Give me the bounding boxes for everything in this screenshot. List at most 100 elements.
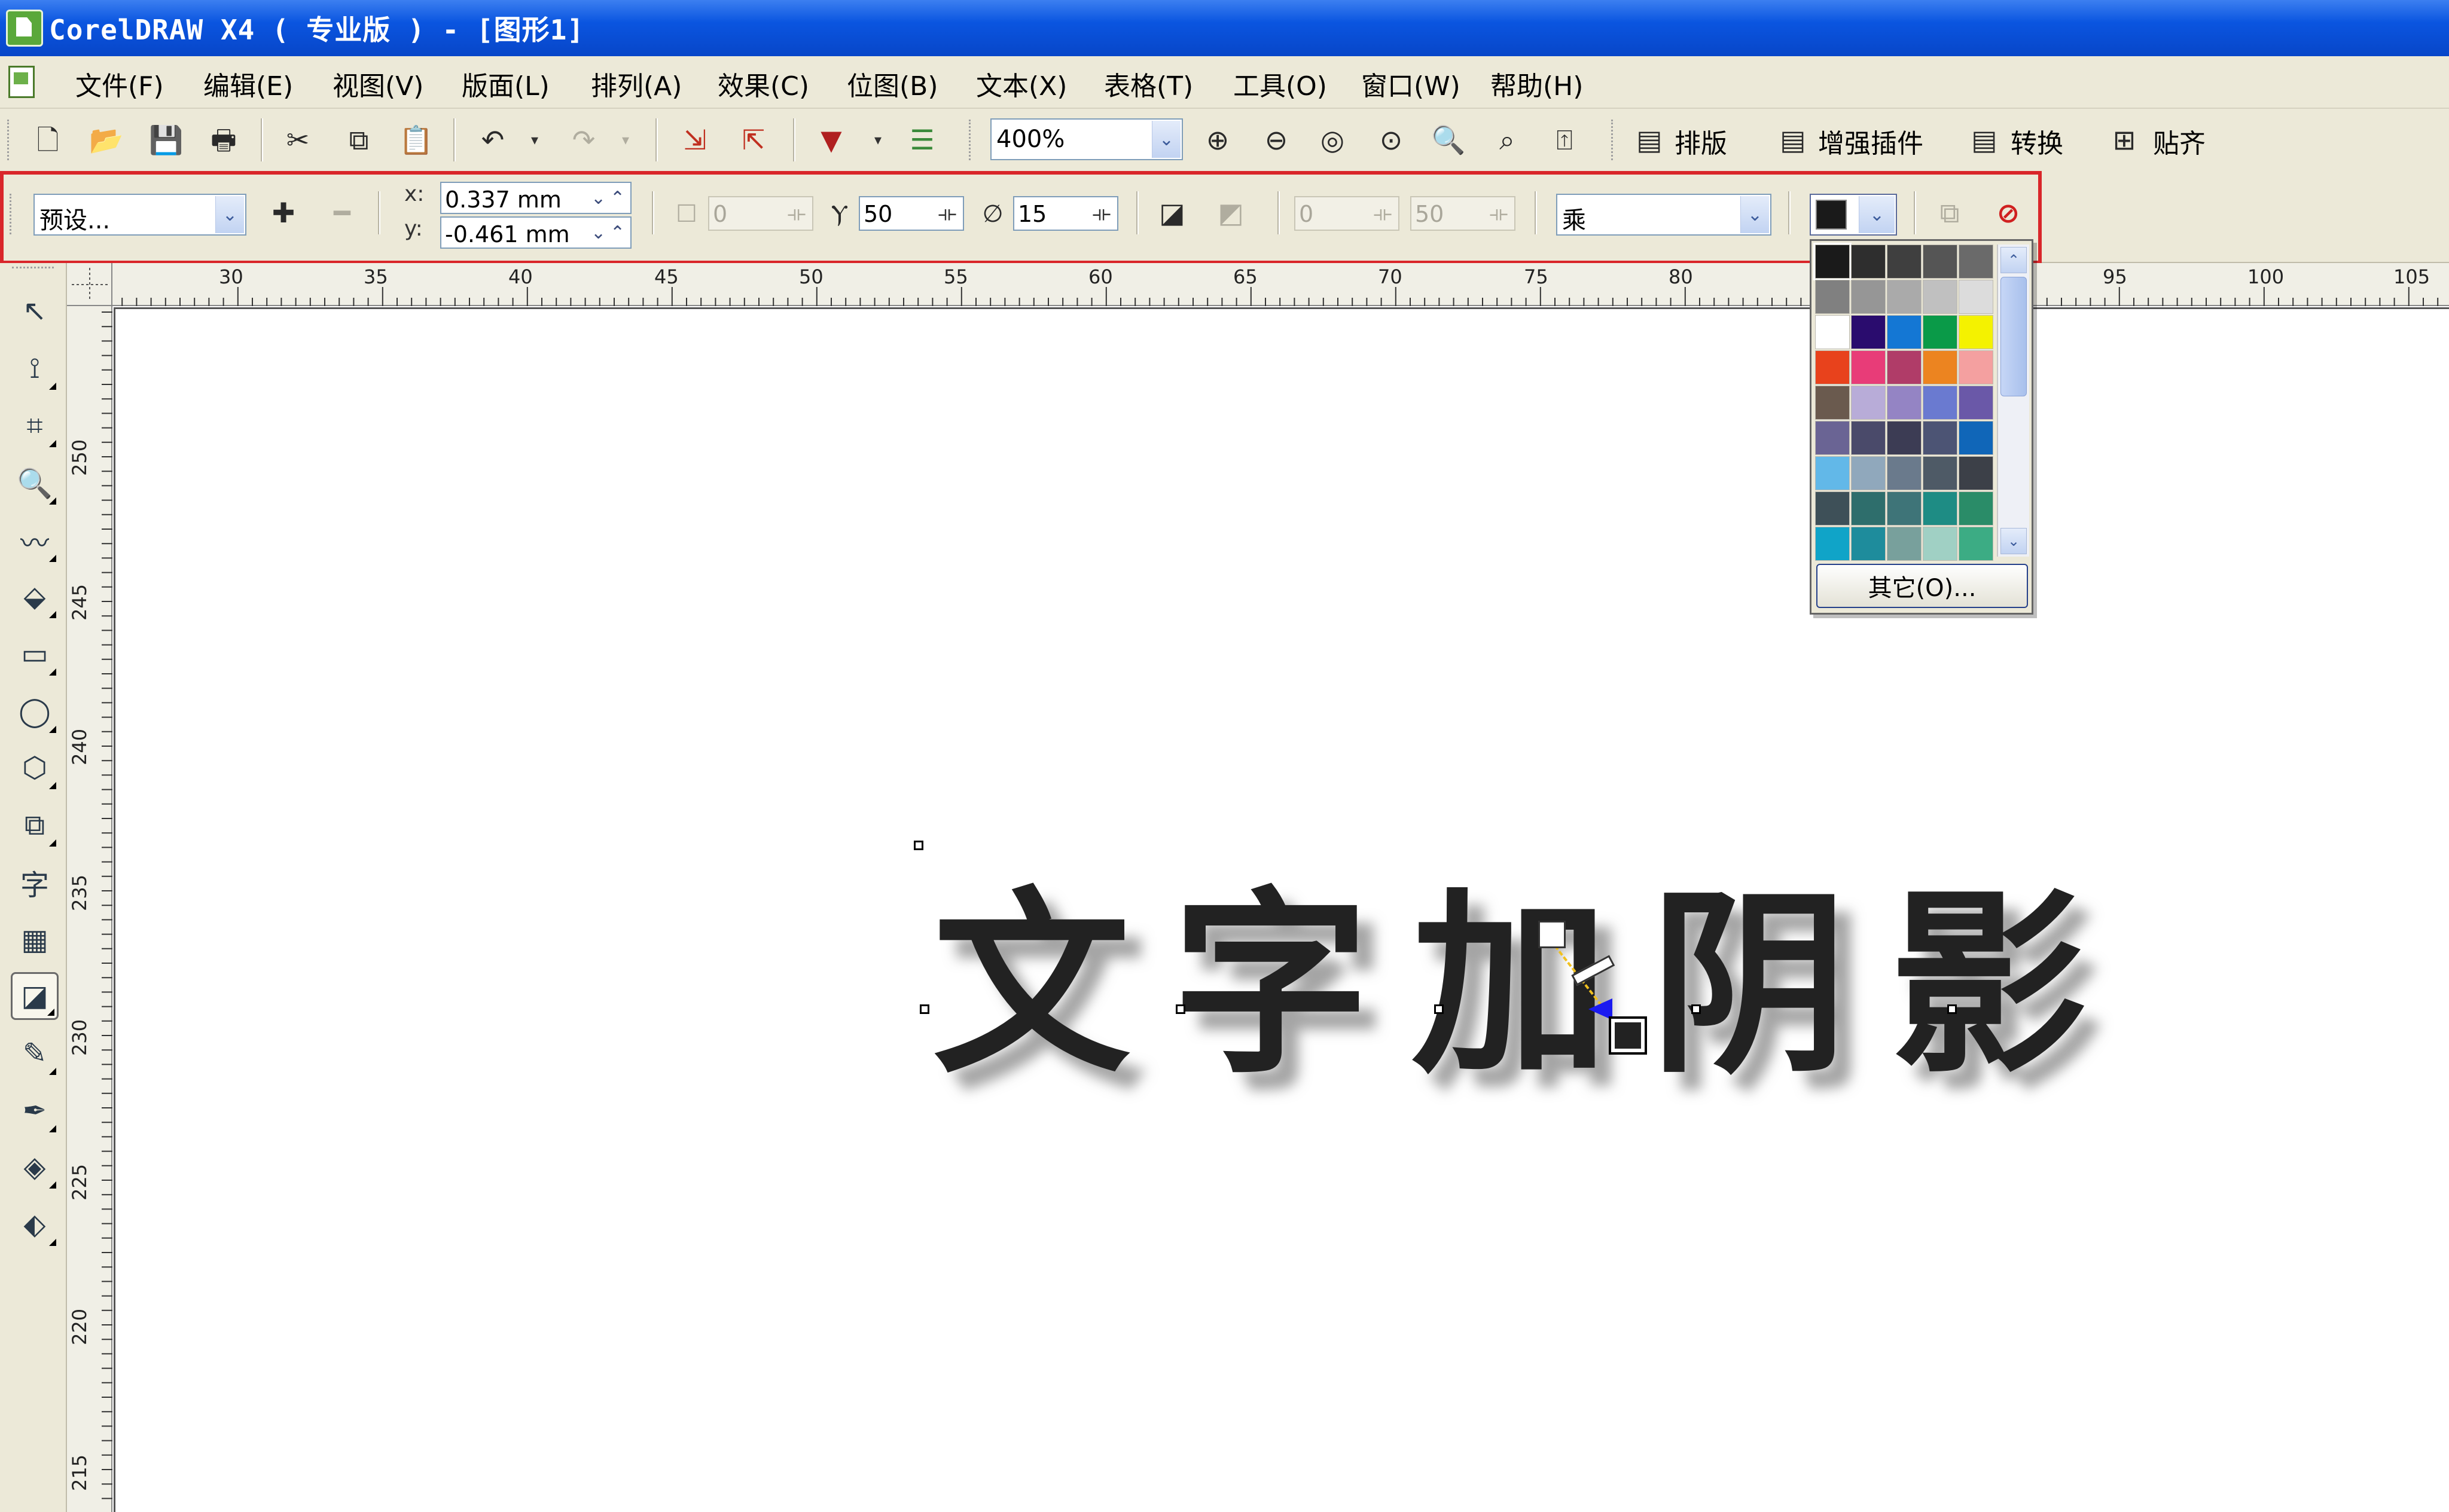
scrollbar-thumb[interactable] (2000, 277, 2027, 396)
color-swatch[interactable] (1851, 350, 1886, 384)
color-swatch[interactable] (1923, 456, 1957, 490)
eyedropper-tool-icon[interactable]: ✎ (11, 1030, 59, 1077)
basic-shapes-tool-icon[interactable]: ⧉ (11, 801, 59, 849)
color-swatch[interactable] (1815, 527, 1850, 561)
redo-icon[interactable]: ↷ (567, 123, 600, 157)
paste-icon[interactable]: 📋 (399, 123, 433, 157)
smart-fill-tool-icon[interactable]: ⬙ (11, 573, 59, 621)
snap-toolbar-icon[interactable]: ⊞ (2108, 123, 2141, 157)
application-launcher-icon[interactable]: ▼ (815, 123, 848, 157)
selection-handle[interactable] (1691, 1004, 1701, 1014)
color-swatch[interactable] (1815, 456, 1850, 490)
freehand-tool-icon[interactable]: 〰 (11, 517, 59, 564)
save-icon[interactable]: 💾 (149, 123, 183, 157)
color-swatch[interactable] (1959, 245, 1993, 279)
color-swatch[interactable] (1851, 491, 1886, 526)
color-swatch[interactable] (1813, 243, 1852, 280)
print-icon[interactable]: 🖶 (207, 123, 240, 157)
color-swatch[interactable] (1851, 280, 1886, 314)
color-swatch[interactable] (1959, 456, 1993, 490)
coreldraw-app-icon[interactable] (6, 10, 43, 47)
color-swatch[interactable] (1851, 421, 1886, 455)
zoom-levels-combo[interactable]: 400% ⌄ (990, 118, 1183, 160)
color-swatch[interactable] (1923, 350, 1957, 384)
redo-dropdown-icon[interactable]: ▾ (620, 123, 632, 157)
scroll-down-icon[interactable]: ⌄ (2000, 528, 2027, 554)
polygon-tool-icon[interactable]: ⬡ (11, 744, 59, 792)
welcome-screen-icon[interactable]: ☰ (905, 123, 939, 157)
menu-view[interactable]: 视图(V) (333, 65, 423, 103)
ellipse-tool-icon[interactable]: ◯ (11, 688, 59, 735)
selection-handle[interactable] (1947, 1004, 1957, 1014)
color-swatch[interactable] (1887, 527, 1922, 561)
color-swatch[interactable] (1815, 280, 1850, 314)
copy-icon[interactable]: ⧉ (342, 123, 376, 157)
selection-handle[interactable] (920, 1004, 929, 1014)
interactive-fill-tool-icon[interactable]: ⬖ (11, 1201, 59, 1248)
plugin-toolbar-icon[interactable]: ▤ (1776, 123, 1810, 157)
menu-layout[interactable]: 版面(L) (462, 65, 550, 103)
menu-file[interactable]: 文件(F) (75, 65, 164, 103)
cut-icon[interactable]: ✂ (281, 123, 315, 157)
menu-edit[interactable]: 编辑(E) (203, 65, 293, 103)
import-icon[interactable]: ⇲ (678, 123, 712, 157)
color-swatch[interactable] (1815, 315, 1850, 349)
color-swatch[interactable] (1959, 315, 1993, 349)
color-swatch[interactable] (1959, 350, 1993, 384)
outline-tool-icon[interactable]: ✒ (11, 1087, 59, 1135)
undo-icon[interactable]: ↶ (476, 123, 510, 157)
color-swatch[interactable] (1887, 386, 1922, 420)
document-icon[interactable] (8, 66, 35, 98)
open-folder-icon[interactable]: 📂 (89, 123, 123, 157)
color-swatch[interactable] (1923, 421, 1957, 455)
chevron-down-icon[interactable]: ⌄ (1152, 121, 1181, 158)
layout-toolbar-label[interactable]: 排版 (1675, 122, 1727, 160)
color-swatch[interactable] (1959, 386, 1993, 420)
layout-toolbar-icon[interactable]: ▤ (1633, 123, 1666, 157)
selection-handle[interactable] (1176, 1004, 1185, 1014)
color-swatch[interactable] (1887, 456, 1922, 490)
selection-handle[interactable] (1434, 1004, 1444, 1014)
color-swatch[interactable] (1923, 245, 1957, 279)
color-swatch[interactable] (1887, 421, 1922, 455)
rectangle-tool-icon[interactable]: ▭ (11, 630, 59, 678)
zoom-out-icon[interactable]: ⊖ (1259, 123, 1293, 157)
color-swatch[interactable] (1851, 386, 1886, 420)
undo-dropdown-icon[interactable]: ▾ (529, 123, 541, 157)
shadow-end-handle[interactable] (1609, 1016, 1647, 1055)
plugin-toolbar-label[interactable]: 增强插件 (1818, 122, 1923, 160)
snap-toolbar-label[interactable]: 贴齐 (2153, 122, 2206, 160)
pick-tool-icon[interactable]: ↖ (11, 287, 59, 335)
zoom-to-page-height-icon[interactable]: ⍐ (1548, 123, 1581, 157)
color-swatch[interactable] (1851, 245, 1886, 279)
zoom-to-page-width-icon[interactable]: ⌕ (1490, 123, 1524, 157)
zoom-to-all-objects-icon[interactable]: ⊙ (1374, 123, 1408, 157)
toolbox-grip[interactable] (12, 267, 54, 270)
scroll-up-icon[interactable]: ⌃ (2000, 247, 2027, 273)
convert-toolbar-label[interactable]: 转换 (2011, 122, 2063, 160)
selection-handle[interactable] (914, 841, 923, 850)
menu-tools[interactable]: 工具(O) (1233, 65, 1327, 103)
color-swatch[interactable] (1959, 421, 1993, 455)
menu-text[interactable]: 文本(X) (976, 65, 1067, 103)
table-tool-icon[interactable]: ▦ (11, 916, 59, 964)
new-document-icon[interactable]: 🗋 (31, 123, 65, 157)
color-swatch[interactable] (1851, 315, 1886, 349)
zoom-in-icon[interactable]: ⊕ (1201, 123, 1234, 157)
toolbar-grip[interactable] (7, 120, 11, 160)
crop-tool-icon[interactable]: ⌗ (11, 402, 59, 450)
color-swatch[interactable] (1959, 527, 1993, 561)
convert-toolbar-icon[interactable]: ▤ (1968, 123, 2001, 157)
shape-tool-icon[interactable]: ⟟ (11, 344, 59, 392)
menu-table[interactable]: 表格(T) (1104, 65, 1193, 103)
color-swatch[interactable] (1851, 527, 1886, 561)
other-colors-button[interactable]: 其它(O)... (1816, 564, 2028, 608)
ruler-origin-corner[interactable] (67, 263, 112, 306)
zoom-tool-icon[interactable]: 🔍 (11, 459, 59, 507)
menu-help[interactable]: 帮助(H) (1490, 65, 1583, 103)
toolbar-grip[interactable] (1611, 120, 1615, 160)
color-swatch[interactable] (1923, 527, 1957, 561)
color-popup-scrollbar[interactable]: ⌃ ⌄ (1997, 245, 2029, 557)
zoom-to-page-icon[interactable]: 🔍 (1431, 123, 1465, 157)
text-tool-icon[interactable]: 字 (11, 859, 59, 906)
